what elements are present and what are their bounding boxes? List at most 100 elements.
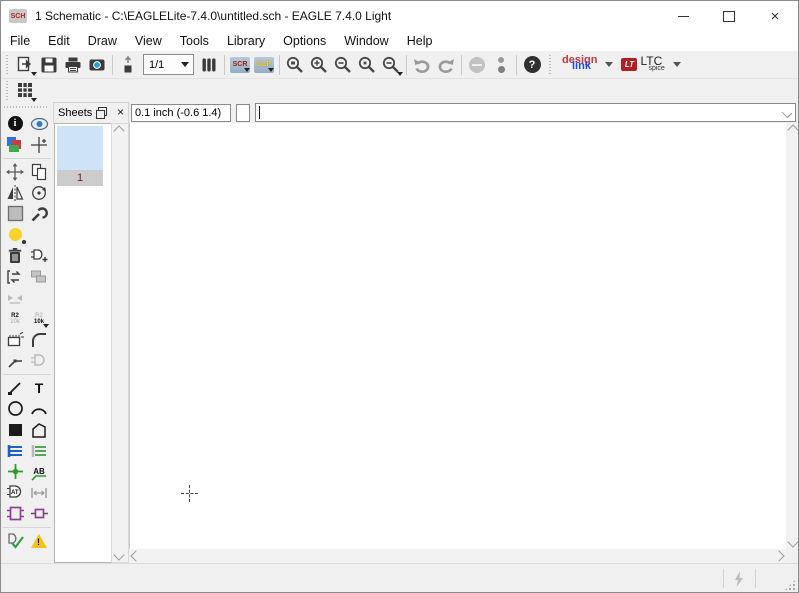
schematic-canvas[interactable] (129, 123, 787, 549)
sheet-button[interactable] (116, 53, 140, 77)
grid-button[interactable] (13, 79, 37, 103)
sheet-number-label[interactable]: 1 (57, 170, 103, 186)
menu-file[interactable]: File (1, 34, 39, 48)
menu-window[interactable]: Window (335, 34, 397, 48)
zoom-out-button[interactable] (331, 53, 355, 77)
palette-grip[interactable] (4, 105, 48, 110)
scroll-down-button[interactable] (112, 548, 126, 562)
ltcspice-button[interactable]: LT LTC spice (621, 57, 688, 73)
run-script-button[interactable]: SCR (230, 57, 250, 73)
arc-button[interactable] (27, 398, 51, 419)
value-dropdown-icon (43, 324, 49, 328)
float-panel-button[interactable] (96, 107, 106, 117)
help-button[interactable]: ? (520, 53, 544, 77)
info-button[interactable]: i (3, 113, 27, 134)
circle-button[interactable] (3, 398, 27, 419)
export-image-button[interactable] (85, 53, 109, 77)
show-button[interactable] (27, 113, 51, 134)
maximize-button[interactable] (706, 1, 752, 31)
wire-button[interactable] (3, 377, 27, 398)
toolbar-grip[interactable] (547, 55, 553, 75)
redo-button[interactable] (434, 53, 458, 77)
menu-draw[interactable]: Draw (79, 34, 126, 48)
undo-button[interactable] (410, 53, 434, 77)
print-button[interactable] (61, 53, 85, 77)
sheet-thumbnail[interactable] (57, 126, 103, 170)
split-button[interactable] (3, 350, 27, 371)
toolbar-grip[interactable] (4, 81, 10, 101)
text-button[interactable]: T (27, 377, 51, 398)
ltcspice-logo: LTC spice (640, 57, 664, 73)
smash-button[interactable] (3, 329, 27, 350)
value-icon: R2 10k (34, 313, 44, 325)
label-line-icon (31, 474, 47, 481)
rotate-button[interactable] (27, 182, 51, 203)
display-button[interactable] (3, 134, 27, 155)
invoke-button[interactable] (27, 350, 51, 371)
move-button[interactable] (3, 161, 27, 182)
zoom-select-button[interactable] (355, 53, 379, 77)
minimize-button[interactable] (660, 1, 706, 31)
run-ulp-button[interactable]: ULP (254, 57, 274, 73)
spice-word: spice (648, 65, 664, 73)
open-button[interactable] (13, 53, 37, 77)
value-button[interactable]: R2 10k (27, 308, 51, 329)
pinswap-button[interactable] (3, 266, 27, 287)
mirror-button[interactable] (3, 182, 27, 203)
menu-edit[interactable]: Edit (39, 34, 79, 48)
zoom-fit-button[interactable] (283, 53, 307, 77)
erc-button[interactable] (3, 530, 27, 551)
close-panel-button[interactable]: × (117, 105, 124, 119)
resize-grip-icon[interactable] (785, 580, 795, 590)
sheet-selector-combobox[interactable]: 1/1 (143, 54, 194, 75)
scroll-down-button[interactable] (786, 535, 799, 549)
mark-button[interactable] (27, 134, 51, 155)
change-button[interactable] (27, 203, 51, 224)
title-bar: SCH 1 Schematic - C:\EAGLELite-7.4.0\unt… (1, 1, 798, 31)
menu-options[interactable]: Options (274, 34, 335, 48)
attribute-button[interactable]: AT (3, 482, 27, 503)
replace-button[interactable] (27, 266, 51, 287)
copy-button[interactable] (27, 161, 51, 182)
go-button[interactable] (489, 53, 513, 77)
menu-library[interactable]: Library (218, 34, 274, 48)
errors-button[interactable]: ! (27, 530, 51, 551)
horizontal-scrollbar[interactable] (129, 549, 786, 563)
designlink-button[interactable]: design link (562, 57, 621, 72)
scroll-right-button[interactable] (772, 549, 786, 563)
zoom-in-button[interactable] (307, 53, 331, 77)
label-button[interactable]: AB (27, 461, 51, 482)
zoom-out-icon (333, 55, 353, 75)
bus-button[interactable] (3, 440, 27, 461)
menu-view[interactable]: View (126, 34, 171, 48)
close-button[interactable]: × (752, 1, 798, 31)
cut-button[interactable] (3, 224, 27, 245)
scroll-up-button[interactable] (786, 123, 799, 137)
stop-button[interactable] (465, 53, 489, 77)
command-input[interactable] (255, 103, 796, 122)
toolbar-grip[interactable] (4, 55, 10, 75)
module-button[interactable] (3, 503, 27, 524)
delete-button[interactable] (3, 245, 27, 266)
miter-button[interactable] (27, 329, 51, 350)
sheets-scrollbar[interactable] (111, 123, 129, 563)
save-button[interactable] (37, 53, 61, 77)
vertical-scrollbar[interactable] (786, 123, 799, 549)
name-button[interactable]: R2 10k (3, 308, 27, 329)
net-button[interactable] (27, 440, 51, 461)
menu-tools[interactable]: Tools (171, 34, 218, 48)
zoom-redraw-button[interactable] (379, 53, 403, 77)
menu-help[interactable]: Help (398, 34, 442, 48)
add-part-button[interactable] (27, 245, 51, 266)
gateswap-button[interactable] (3, 287, 27, 308)
use-library-button[interactable] (197, 53, 221, 77)
junction-button[interactable] (3, 461, 27, 482)
dimension-button[interactable] (27, 482, 51, 503)
stop-icon (469, 57, 485, 73)
rect-button[interactable] (3, 419, 27, 440)
scroll-up-button[interactable] (112, 124, 126, 138)
port-button[interactable] (27, 503, 51, 524)
group-button[interactable] (3, 203, 27, 224)
polygon-button[interactable] (27, 419, 51, 440)
scroll-left-button[interactable] (129, 549, 143, 563)
